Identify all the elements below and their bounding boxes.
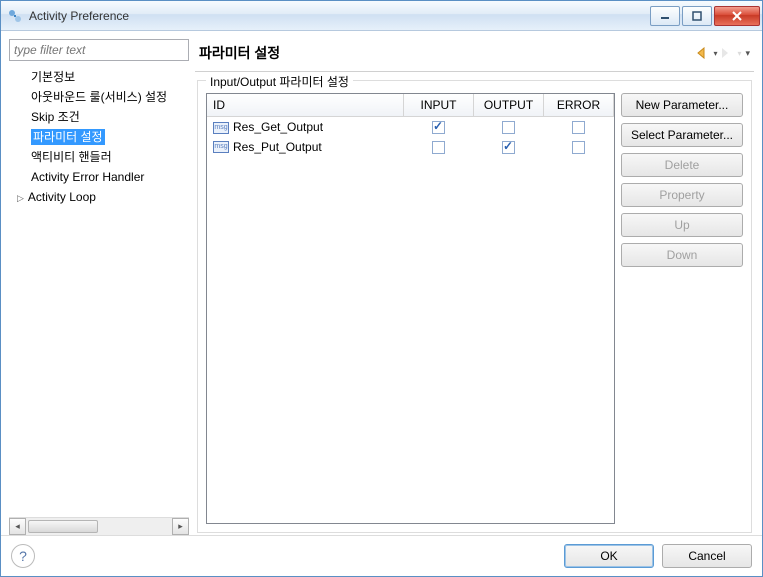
col-output[interactable]: OUTPUT [474, 94, 544, 117]
chevron-down-icon: ▾ [713, 49, 717, 58]
minimize-button[interactable] [650, 6, 680, 26]
scroll-right-button[interactable]: ▸ [172, 518, 189, 535]
parameter-table: ID INPUT OUTPUT ERROR msgRes_Get_Outputm… [206, 93, 615, 524]
tree-item[interactable]: Activity Loop [9, 187, 189, 208]
error-checkbox[interactable] [572, 121, 585, 134]
scroll-thumb[interactable] [28, 520, 98, 533]
col-id[interactable]: ID [207, 94, 404, 117]
titlebar[interactable]: Activity Preference [1, 1, 762, 31]
scroll-left-button[interactable]: ◂ [9, 518, 26, 535]
col-input[interactable]: INPUT [404, 94, 474, 117]
nav-back-button[interactable]: ▾ [697, 47, 717, 59]
up-button[interactable]: Up [621, 213, 743, 237]
filter-input[interactable] [9, 39, 189, 61]
tree-item-label: 아웃바운드 룰(서비스) 설정 [31, 90, 167, 104]
new-parameter-button[interactable]: New Parameter... [621, 93, 743, 117]
row-id: Res_Get_Output [233, 120, 323, 134]
cancel-button[interactable]: Cancel [662, 544, 752, 568]
tree-item[interactable]: Activity Error Handler [9, 167, 189, 187]
tree-item-label: Activity Error Handler [31, 170, 144, 184]
error-checkbox[interactable] [572, 141, 585, 154]
tree-item-label: Skip 조건 [31, 110, 80, 124]
close-button[interactable] [714, 6, 760, 26]
tree-item[interactable]: 아웃바운드 룰(서비스) 설정 [9, 87, 189, 107]
down-button[interactable]: Down [621, 243, 743, 267]
col-error[interactable]: ERROR [544, 94, 614, 117]
delete-button[interactable]: Delete [621, 153, 743, 177]
tree-item-label: 기본정보 [31, 70, 75, 84]
dialog-window: Activity Preference 기본정보아웃바운드 룰(서비스) 설정 S… [0, 0, 763, 577]
window-title: Activity Preference [29, 9, 650, 23]
tree-item-label: Activity Loop [28, 190, 96, 204]
table-row[interactable]: msg Res_Put_Output [207, 137, 614, 157]
tree-item[interactable]: 파라미터 설정 [9, 127, 189, 147]
output-checkbox[interactable] [502, 141, 515, 154]
help-button[interactable]: ? [11, 544, 35, 568]
ok-button[interactable]: OK [564, 544, 654, 568]
tree-item-label: 파라미터 설정 [31, 129, 105, 145]
input-checkbox[interactable] [432, 121, 445, 134]
tree-scrollbar[interactable]: ◂ ▸ [9, 517, 189, 535]
msg-icon: msg [213, 122, 229, 134]
tree-item-label: 액티비티 핸들러 [31, 150, 112, 164]
app-icon [7, 8, 23, 24]
group-label: Input/Output 파라미터 설정 [206, 73, 353, 90]
maximize-button[interactable] [682, 6, 712, 26]
msg-icon: msg [213, 141, 229, 153]
output-checkbox[interactable] [502, 121, 515, 134]
table-row[interactable]: msg Res_Get_Output [207, 117, 614, 137]
select-parameter-button[interactable]: Select Parameter... [621, 123, 743, 147]
panel-title: 파라미터 설정 [199, 43, 697, 63]
tree-item[interactable]: 기본정보 [9, 67, 189, 87]
input-checkbox[interactable] [432, 141, 445, 154]
row-id: Res_Put_Output [233, 140, 322, 154]
property-button[interactable]: Property [621, 183, 743, 207]
nav-tree: 기본정보아웃바운드 룰(서비스) 설정 Skip 조건파라미터 설정액티비티 핸들… [9, 65, 189, 517]
tree-item[interactable]: Skip 조건 [9, 107, 189, 127]
nav-forward-button[interactable]: ▾ [721, 47, 741, 59]
nav-menu-button[interactable]: ▾ [745, 48, 750, 59]
scroll-track[interactable] [26, 518, 172, 535]
chevron-down-icon: ▾ [737, 49, 741, 58]
tree-item[interactable]: 액티비티 핸들러 [9, 147, 189, 167]
